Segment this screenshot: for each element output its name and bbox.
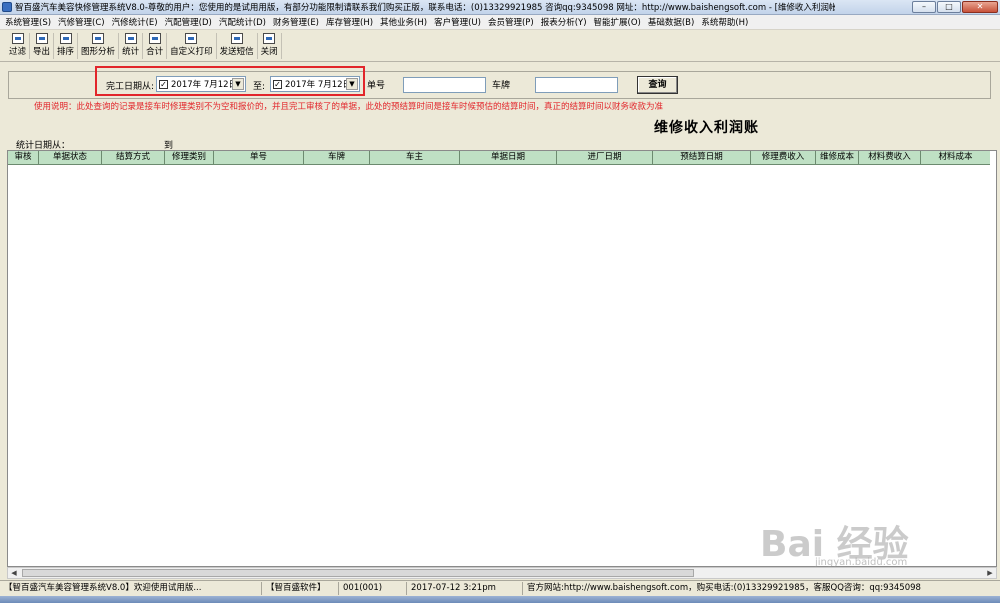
menu-finance[interactable]: 财务管理(E)	[273, 16, 319, 28]
chevron-down-icon[interactable]: ▼	[232, 78, 244, 90]
grid-header: 审核 单据状态 结算方式 修理类别 单号 车牌 车主 单据日期 进厂日期 预结算…	[8, 151, 990, 165]
printer-icon	[185, 33, 198, 44]
col-header-pre-settle-date[interactable]: 预结算日期	[653, 151, 751, 165]
scroll-left-icon[interactable]: ◀	[8, 568, 20, 578]
window-controls: – □ ✕	[912, 1, 998, 13]
col-header-material-cost[interactable]: 材料成本	[921, 151, 990, 165]
status-company: 【智百盛软件】	[262, 581, 339, 595]
date-to-checkbox[interactable]: ✓	[273, 79, 282, 89]
menu-repair-stats[interactable]: 汽修统计(E)	[112, 16, 158, 28]
col-header-audit[interactable]: 审核	[8, 151, 39, 165]
col-header-doc-date[interactable]: 单据日期	[460, 151, 557, 165]
scroll-right-icon[interactable]: ▶	[984, 568, 996, 578]
col-header-material-income[interactable]: 材料费收入	[859, 151, 921, 165]
minimize-button[interactable]: –	[912, 1, 936, 13]
statistics-button-label: 统计	[122, 47, 140, 57]
col-header-order-no[interactable]: 单号	[214, 151, 304, 165]
toolbar: 过滤 导出 排序 图形分析 统计 合计 自定义打印 发送短信 关闭	[0, 31, 1000, 62]
filter-button[interactable]: 过滤	[6, 33, 31, 59]
export-icon	[35, 33, 48, 44]
export-button-label: 导出	[33, 47, 51, 57]
date-to-label: 至:	[253, 82, 266, 92]
col-header-repair-income[interactable]: 修理费收入	[751, 151, 816, 165]
menu-base-data[interactable]: 基础数据(B)	[648, 16, 694, 28]
col-header-entry-date[interactable]: 进厂日期	[557, 151, 653, 165]
col-header-repair-cost[interactable]: 维修成本	[816, 151, 859, 165]
usage-note: 使用说明：此处查询的记录是接车时修理类别不为空和报价的，并且完工审核了的单据，此…	[34, 102, 664, 112]
date-from-checkbox[interactable]: ✓	[159, 79, 168, 89]
window-title: 智百盛汽车美容快修管理系统V8.0-尊敬的用户：您使用的是试用用版，有部分功能限…	[15, 3, 835, 13]
menu-customer[interactable]: 客户管理(U)	[434, 16, 481, 28]
close-button[interactable]: ✕	[962, 1, 998, 13]
data-grid[interactable]: 审核 单据状态 结算方式 修理类别 单号 车牌 车主 单据日期 进厂日期 预结算…	[7, 150, 997, 567]
col-header-repair-type[interactable]: 修理类别	[165, 151, 214, 165]
col-header-doc-status[interactable]: 单据状态	[39, 151, 102, 165]
chevron-down-icon[interactable]: ▼	[346, 78, 358, 90]
chart-analysis-button-label: 图形分析	[81, 47, 116, 57]
menu-member[interactable]: 会员管理(P)	[488, 16, 534, 28]
date-from-label: 完工日期从:	[106, 82, 155, 92]
menu-inventory[interactable]: 库存管理(H)	[326, 16, 373, 28]
close-tool-button-label: 关闭	[260, 47, 278, 57]
report-title: 维修收入利润账	[654, 120, 759, 136]
sort-button[interactable]: 排序	[54, 33, 79, 59]
scrollbar-thumb[interactable]	[22, 569, 694, 577]
date-from-value: 2017年 7月12日	[171, 80, 238, 90]
total-icon	[148, 33, 161, 44]
status-bar: 【智百盛汽车美容管理系统V8.0】欢迎使用试用版... 【智百盛软件】 001(…	[0, 580, 1000, 595]
menu-parts-stats[interactable]: 汽配统计(D)	[219, 16, 266, 28]
status-datetime: 2017-07-12 3:21pm	[407, 581, 523, 595]
export-button[interactable]: 导出	[30, 33, 55, 59]
plate-input[interactable]	[535, 77, 618, 93]
watermark-url: jingyan.baidu.com	[815, 557, 908, 568]
status-contact: 官方网站:http://www.baishengsoft.com，购买电话:(0…	[527, 582, 921, 593]
date-to-value: 2017年 7月12日	[285, 80, 352, 90]
col-header-plate[interactable]: 车牌	[304, 151, 370, 165]
horizontal-scrollbar[interactable]: ◀ ▶	[7, 567, 997, 579]
sort-button-label: 排序	[57, 47, 75, 57]
order-number-input[interactable]	[403, 77, 486, 93]
plate-label: 车牌	[492, 81, 511, 91]
close-tool-button[interactable]: 关闭	[258, 33, 282, 59]
status-app: 【智百盛汽车美容管理系统V8.0】欢迎使用试用版...	[0, 581, 262, 595]
app-icon	[2, 2, 12, 12]
total-button[interactable]: 合计	[143, 33, 168, 59]
custom-print-button[interactable]: 自定义打印	[167, 33, 217, 59]
menu-parts-mgmt[interactable]: 汽配管理(D)	[165, 16, 212, 28]
menu-bar: 系统管理(S) 汽修管理(C) 汽修统计(E) 汽配管理(D) 汽配统计(D) …	[0, 15, 1000, 30]
custom-print-button-label: 自定义打印	[170, 47, 213, 57]
menu-reports[interactable]: 报表分析(Y)	[541, 16, 587, 28]
total-button-label: 合计	[146, 47, 164, 57]
menu-system[interactable]: 系统管理(S)	[5, 16, 51, 28]
menu-help[interactable]: 系统帮助(H)	[701, 16, 748, 28]
filter-icon	[11, 33, 24, 44]
query-button[interactable]: 查询	[637, 76, 678, 94]
chart-icon	[92, 33, 105, 44]
menu-smart-ext[interactable]: 智能扩展(O)	[594, 16, 641, 28]
statistics-button[interactable]: 统计	[119, 33, 144, 59]
send-sms-button-label: 发送短信	[219, 47, 254, 57]
order-number-label: 单号	[367, 81, 386, 91]
date-from-picker[interactable]: ✓ 2017年 7月12日 ▼	[156, 76, 246, 92]
status-user: 001(001)	[339, 581, 407, 595]
sort-icon	[59, 33, 72, 44]
menu-repair-mgmt[interactable]: 汽修管理(C)	[58, 16, 105, 28]
filter-button-label: 过滤	[9, 47, 27, 57]
taskbar	[0, 596, 1000, 603]
menu-other-business[interactable]: 其他业务(H)	[380, 16, 427, 28]
exit-icon	[263, 33, 276, 44]
title-bar: 智百盛汽车美容快修管理系统V8.0-尊敬的用户：您使用的是试用用版，有部分功能限…	[0, 0, 1000, 15]
col-header-owner[interactable]: 车主	[370, 151, 460, 165]
send-sms-button[interactable]: 发送短信	[217, 33, 258, 59]
sms-icon	[230, 33, 243, 44]
maximize-button[interactable]: □	[937, 1, 961, 13]
chart-analysis-button[interactable]: 图形分析	[78, 33, 120, 59]
col-header-settlement[interactable]: 结算方式	[102, 151, 165, 165]
statistics-icon	[124, 33, 137, 44]
date-to-picker[interactable]: ✓ 2017年 7月12日 ▼	[270, 76, 360, 92]
